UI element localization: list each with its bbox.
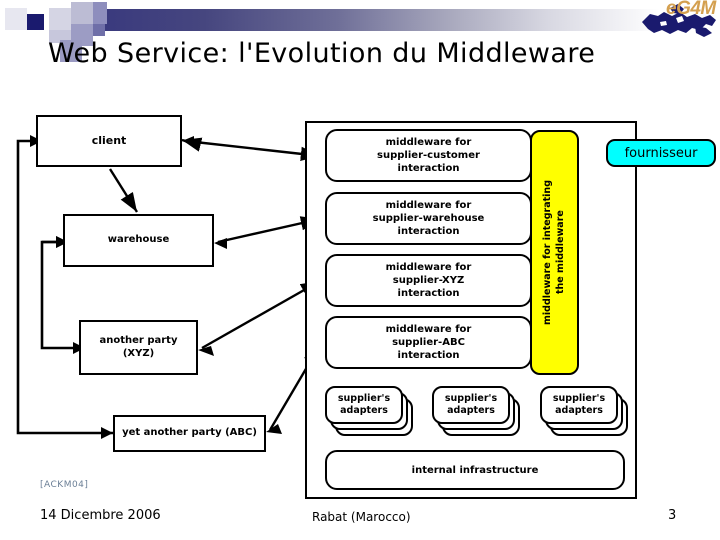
footer-place: Rabat (Marocco) bbox=[312, 510, 411, 524]
entity-client-label: client bbox=[91, 134, 127, 148]
middleware-supplier-warehouse[interactable]: middleware for supplier-warehouse intera… bbox=[325, 192, 532, 245]
middleware-supplier-xyz[interactable]: middleware for supplier-XYZ interaction bbox=[325, 254, 532, 307]
entity-yet-another-party[interactable]: yet another party (ABC) bbox=[113, 415, 266, 452]
middleware-supplier-abc[interactable]: middleware for supplier-ABC interaction bbox=[325, 316, 532, 369]
header-square-decor bbox=[5, 8, 27, 30]
connector-outer-left-rail bbox=[16, 139, 113, 435]
adapters-front: supplier's adapters bbox=[540, 386, 618, 424]
page-title: Web Service: l'Evolution du Middleware bbox=[48, 38, 596, 69]
internal-infrastructure-label: internal infrastructure bbox=[411, 464, 539, 476]
entity-another-party-label: another party (XYZ) bbox=[99, 335, 178, 359]
header-gradient-bar bbox=[104, 9, 660, 31]
supplier-adapters-1[interactable]: supplier's adapters bbox=[325, 386, 413, 436]
slide: eG4M Web Service: l'Evolution du Middlew… bbox=[0, 0, 720, 540]
supplier-adapters-1-label: supplier's adapters bbox=[337, 393, 391, 416]
integrating-middleware[interactable]: middleware for integrating the middlewar… bbox=[530, 130, 579, 375]
header-square-decor bbox=[93, 2, 107, 24]
adapters-front: supplier's adapters bbox=[432, 386, 510, 424]
supplier-adapters-3[interactable]: supplier's adapters bbox=[540, 386, 628, 436]
middleware-supplier-warehouse-label: middleware for supplier-warehouse intera… bbox=[372, 200, 485, 237]
entity-warehouse-label: warehouse bbox=[107, 234, 170, 246]
header-square-decor-dark bbox=[27, 14, 44, 30]
header-square-decor bbox=[49, 8, 71, 30]
page-number: 3 bbox=[668, 508, 677, 523]
adapters-front: supplier's adapters bbox=[325, 386, 403, 424]
middleware-supplier-abc-label: middleware for supplier-ABC interaction bbox=[385, 324, 472, 361]
connector-xyz-mw3 bbox=[201, 279, 321, 350]
middleware-supplier-customer[interactable]: middleware for supplier-customer interac… bbox=[325, 129, 532, 182]
internal-infrastructure[interactable]: internal infrastructure bbox=[325, 450, 625, 490]
connector-client-mw1 bbox=[185, 139, 321, 162]
header-square-decor bbox=[71, 2, 93, 24]
entity-warehouse[interactable]: warehouse bbox=[63, 214, 214, 267]
middleware-supplier-xyz-label: middleware for supplier-XYZ interaction bbox=[385, 262, 472, 299]
logo-text: eG4M bbox=[666, 0, 716, 19]
fournisseur-callout-label: fournisseur bbox=[624, 145, 698, 161]
supplier-adapters-2-label: supplier's adapters bbox=[444, 393, 498, 416]
fournisseur-callout[interactable]: fournisseur bbox=[606, 139, 716, 167]
footer-date: 14 Dicembre 2006 bbox=[40, 508, 161, 523]
integrating-middleware-label: middleware for integrating the middlewar… bbox=[541, 180, 566, 325]
citation: [ACKM04] bbox=[40, 480, 89, 490]
supplier-adapters-3-label: supplier's adapters bbox=[552, 393, 606, 416]
entity-yet-another-party-label: yet another party (ABC) bbox=[122, 427, 257, 439]
supplier-adapters-2[interactable]: supplier's adapters bbox=[432, 386, 520, 436]
header-square-decor bbox=[93, 24, 105, 36]
entity-client[interactable]: client bbox=[36, 115, 182, 167]
connector-client-warehouse bbox=[108, 168, 139, 213]
entity-another-party[interactable]: another party (XYZ) bbox=[79, 320, 198, 375]
middleware-supplier-customer-label: middleware for supplier-customer interac… bbox=[377, 137, 480, 174]
